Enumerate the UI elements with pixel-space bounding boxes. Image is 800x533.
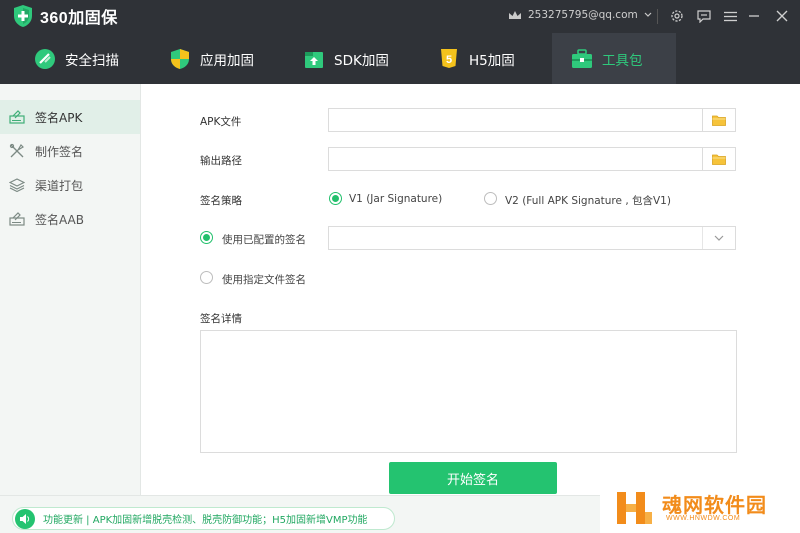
tab-toolkit[interactable]: 工具包	[552, 33, 676, 84]
menu-button[interactable]	[721, 7, 739, 25]
feedback-button[interactable]	[695, 7, 713, 25]
sidebar-item-create-signature[interactable]: 制作签名	[0, 134, 140, 168]
apk-file-label: APK文件	[200, 116, 242, 128]
layers-icon	[8, 176, 26, 194]
sidebar-item-label: 制作签名	[35, 144, 84, 159]
sidebar-item-label: 签名APK	[35, 110, 83, 125]
browse-output-button[interactable]	[702, 148, 735, 170]
use-file-radio[interactable]	[200, 271, 213, 284]
sidebar-item-sign-apk[interactable]: 签名APK	[0, 100, 140, 134]
html5-icon: 5	[438, 48, 460, 70]
sidebar-item-sign-aab[interactable]: 签名AAB	[0, 202, 140, 236]
tab-label: 工具包	[602, 52, 643, 69]
strategy-label: 签名策略	[200, 195, 242, 207]
tab-label: H5加固	[469, 52, 515, 69]
watermark-url: WWW.HNWDW.COM	[666, 515, 741, 522]
sidebar-item-label: 渠道打包	[35, 178, 84, 193]
use-file-label: 使用指定文件签名	[222, 274, 306, 286]
shield-icon	[169, 48, 191, 70]
sign-apk-icon	[8, 108, 26, 126]
sdk-icon	[303, 48, 325, 70]
scan-icon	[34, 48, 56, 70]
gear-icon	[671, 10, 683, 22]
use-configured-radio[interactable]	[200, 231, 213, 244]
tab-sdk-hardening[interactable]: SDK加固	[303, 33, 423, 84]
account-menu[interactable]: 253275795@qq.com	[508, 9, 652, 21]
sidebar: 签名APK 制作签名 渠道打包 签名AAB	[0, 84, 141, 495]
close-icon	[776, 10, 788, 22]
v1-radio[interactable]	[329, 192, 342, 205]
main-tabs: 安全扫描 应用加固 SDK加固 5 H5加固 工具包	[0, 33, 800, 84]
tab-app-hardening[interactable]: 应用加固	[169, 33, 289, 84]
tools-icon	[8, 142, 26, 160]
hamburger-icon	[723, 11, 737, 21]
watermark-logo-icon	[617, 492, 652, 524]
output-path-field[interactable]	[328, 147, 736, 171]
folder-icon	[712, 154, 726, 165]
tab-label: 安全扫描	[65, 52, 119, 69]
configured-signature-select[interactable]	[328, 226, 736, 250]
folder-icon	[712, 115, 726, 126]
message-icon	[697, 9, 711, 23]
browse-apk-button[interactable]	[702, 109, 735, 131]
app-logo: 360加固保	[12, 4, 118, 28]
v2-radio[interactable]	[484, 192, 497, 205]
crown-icon	[509, 10, 521, 19]
tab-label: SDK加固	[334, 52, 389, 69]
sidebar-item-label: 签名AAB	[35, 212, 84, 227]
watermark: 魂网软件园 WWW.HNWDW.COM	[600, 484, 800, 533]
update-notice[interactable]: 功能更新 | APK加固新增脱壳检测、脱壳防御功能；H5加固新增VMP功能	[12, 507, 395, 530]
settings-button[interactable]	[668, 7, 686, 25]
tab-security-scan[interactable]: 安全扫描	[34, 33, 164, 84]
tab-label: 应用加固	[200, 52, 254, 69]
close-button[interactable]	[773, 7, 791, 25]
v2-label: V2 (Full APK Signature , 包含V1)	[505, 195, 671, 207]
tab-h5-hardening[interactable]: 5 H5加固	[438, 33, 548, 84]
sign-aab-icon	[8, 210, 26, 228]
watermark-title: 魂网软件园	[662, 493, 767, 517]
title-divider	[657, 9, 658, 24]
output-path-label: 输出路径	[200, 155, 242, 167]
toolbox-icon	[571, 48, 593, 70]
speaker-icon	[15, 508, 35, 529]
sidebar-item-channel-packaging[interactable]: 渠道打包	[0, 168, 140, 202]
title-bar: 360加固保 253275795@qq.com	[0, 0, 800, 33]
app-name: 360加固保	[40, 10, 118, 27]
chevron-down-icon	[714, 235, 724, 241]
use-configured-label: 使用已配置的签名	[222, 234, 306, 246]
account-email: 253275795@qq.com	[528, 9, 638, 21]
start-sign-button[interactable]: 开始签名	[389, 462, 557, 494]
v1-label: V1 (Jar Signature)	[349, 193, 443, 205]
svg-text:5: 5	[446, 54, 452, 66]
details-label: 签名详情	[200, 313, 242, 325]
notice-text: 功能更新 | APK加固新增脱壳检测、脱壳防御功能；H5加固新增VMP功能	[43, 515, 368, 526]
minimize-icon	[749, 15, 759, 17]
minimize-button[interactable]	[745, 7, 763, 25]
signature-details-textarea[interactable]	[200, 330, 737, 453]
apk-file-field[interactable]	[328, 108, 736, 132]
dropdown-toggle[interactable]	[702, 227, 735, 249]
logo-shield-icon	[14, 5, 32, 27]
chevron-down-icon	[644, 12, 652, 17]
